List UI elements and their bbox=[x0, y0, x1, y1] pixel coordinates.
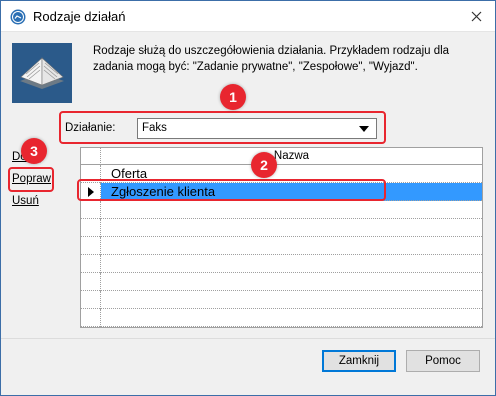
window-title: Rodzaje działań bbox=[33, 9, 126, 24]
row-indicator bbox=[81, 273, 101, 291]
description-text: Rodzaje służą do uszczegółowienia działa… bbox=[93, 45, 450, 73]
row-indicator bbox=[81, 237, 101, 255]
row-indicator bbox=[81, 255, 101, 273]
delete-link[interactable]: Usuń bbox=[12, 195, 39, 207]
annotation-highlight-edit bbox=[8, 167, 54, 192]
annotation-badge-3: 3 bbox=[21, 138, 47, 164]
close-button[interactable] bbox=[465, 5, 487, 27]
table-row-empty bbox=[81, 237, 482, 255]
column-header-name[interactable]: Nazwa bbox=[101, 150, 482, 162]
book-icon bbox=[12, 43, 72, 103]
row-indicator bbox=[81, 201, 101, 219]
close-icon bbox=[471, 11, 481, 21]
title-bar: Rodzaje działań bbox=[1, 1, 495, 32]
row-indicator bbox=[81, 219, 101, 237]
table-row-empty bbox=[81, 219, 482, 237]
table-row-empty bbox=[81, 255, 482, 273]
row-indicator bbox=[81, 291, 101, 309]
table-row-empty bbox=[81, 201, 482, 219]
types-grid[interactable]: Nazwa Oferta Zgłoszenie klienta bbox=[80, 147, 483, 328]
row-indicator bbox=[81, 309, 101, 327]
annotation-highlight-row bbox=[77, 179, 386, 201]
app-icon bbox=[10, 9, 26, 25]
table-row-empty bbox=[81, 273, 482, 291]
table-row-empty bbox=[81, 309, 482, 327]
close-dialog-button[interactable]: Zamknij bbox=[322, 350, 396, 372]
annotation-highlight-dropdown bbox=[59, 111, 386, 144]
grid-header: Nazwa bbox=[81, 148, 482, 165]
table-row-empty bbox=[81, 291, 482, 309]
grid-header-indicator bbox=[81, 148, 101, 165]
annotation-badge-2: 2 bbox=[251, 152, 277, 178]
help-button[interactable]: Pomoc bbox=[406, 350, 480, 372]
annotation-badge-1: 1 bbox=[220, 84, 246, 110]
dialog-window: Rodzaje działań Rodzaje służą do uszczeg… bbox=[0, 0, 496, 396]
